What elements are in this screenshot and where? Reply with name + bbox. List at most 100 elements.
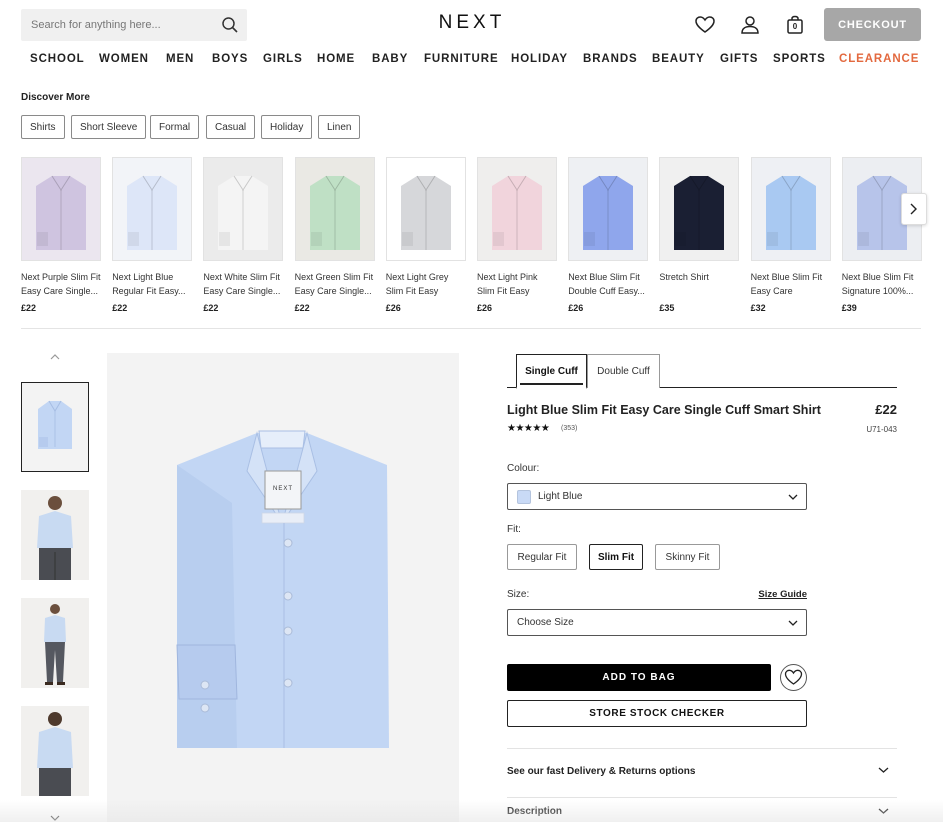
carousel-item-name[interactable]: Next Green Slim Fit Easy Care Single... bbox=[295, 270, 375, 298]
nav-item-holiday[interactable]: HOLIDAY bbox=[511, 53, 568, 65]
thumbnail-2[interactable] bbox=[21, 490, 89, 580]
thumbnail-3[interactable] bbox=[21, 598, 89, 688]
fit-slim-button[interactable]: Slim Fit bbox=[589, 544, 643, 570]
account-icon[interactable] bbox=[739, 14, 761, 36]
chip-shirts[interactable]: Shirts bbox=[21, 115, 65, 139]
carousel-item-name[interactable]: Next Purple Slim Fit Easy Care Single... bbox=[21, 270, 101, 298]
store-stock-checker-button[interactable]: STORE STOCK CHECKER bbox=[507, 700, 807, 727]
accordion-description[interactable]: Description bbox=[507, 797, 897, 822]
search-icon[interactable] bbox=[221, 16, 239, 34]
shirt-thumbnail bbox=[492, 175, 542, 250]
carousel-item-image[interactable] bbox=[385, 157, 466, 261]
nav-item-gifts[interactable]: GIFTS bbox=[720, 53, 758, 65]
carousel-item-image[interactable] bbox=[568, 157, 649, 261]
carousel-item[interactable]: Next Blue Slim Fit Double Cuff Easy... £2… bbox=[568, 157, 649, 313]
rating-stars[interactable]: ★★★★★ bbox=[507, 423, 550, 434]
thumbnail-1[interactable] bbox=[21, 382, 89, 472]
carousel-item[interactable]: Next Green Slim Fit Easy Care Single... £… bbox=[294, 157, 375, 313]
size-guide-link[interactable]: Size Guide bbox=[740, 589, 807, 600]
nav-item-girls[interactable]: GIRLS bbox=[263, 53, 303, 65]
carousel-item-image[interactable] bbox=[203, 157, 284, 261]
product-title: Light Blue Slim Fit Easy Care Single Cuf… bbox=[507, 403, 821, 417]
chevron-down-icon[interactable] bbox=[48, 813, 62, 822]
colour-select[interactable]: Light Blue bbox=[507, 483, 807, 510]
shirt-thumbnail bbox=[400, 175, 451, 250]
chip-short-sleeve[interactable]: Short Sleeve bbox=[71, 115, 147, 139]
shirt-image: NEXT bbox=[176, 430, 389, 748]
favourite-button[interactable] bbox=[780, 664, 807, 691]
carousel-item-price: £26 bbox=[477, 303, 493, 313]
shirt-thumbnail bbox=[36, 175, 86, 250]
nav-item-brands[interactable]: BRANDS bbox=[583, 53, 638, 65]
chip-holiday[interactable]: Holiday bbox=[261, 115, 313, 139]
nav-item-clearance[interactable]: CLEARANCE bbox=[839, 53, 919, 65]
nav-item-sports[interactable]: SPORTS bbox=[773, 53, 826, 65]
tab-single-cuff[interactable]: Single Cuff bbox=[516, 354, 587, 389]
review-count[interactable]: (353) bbox=[561, 425, 577, 432]
shirt-label-text: NEXT bbox=[273, 486, 293, 492]
carousel-item[interactable]: Next Light Pink Slim Fit Easy Care... £26 bbox=[477, 157, 557, 313]
add-to-bag-button[interactable]: ADD TO BAG bbox=[507, 664, 771, 691]
carousel-item-name[interactable]: Next Light Pink Slim Fit Easy Care... bbox=[477, 270, 557, 298]
carousel-item-image[interactable] bbox=[477, 157, 557, 261]
carousel-item-price: £26 bbox=[385, 303, 401, 313]
nav-item-women[interactable]: WOMEN bbox=[99, 53, 149, 65]
carousel-item-image[interactable] bbox=[750, 157, 831, 261]
thumbnail-model-back bbox=[21, 706, 89, 796]
tab-double-cuff[interactable]: Double Cuff bbox=[587, 354, 660, 388]
heart-icon[interactable] bbox=[694, 14, 716, 36]
search-input[interactable] bbox=[21, 9, 211, 41]
carousel-item-image[interactable] bbox=[659, 157, 740, 261]
carousel-item[interactable]: Stretch Shirt £35 bbox=[659, 157, 740, 313]
main-product-image[interactable]: NEXT bbox=[107, 353, 459, 822]
nav-item-boys[interactable]: BOYS bbox=[212, 53, 248, 65]
chip-formal[interactable]: Formal bbox=[150, 115, 200, 139]
chip-linen[interactable]: Linen bbox=[318, 115, 361, 139]
carousel-item[interactable]: Next Light Blue Regular Fit Easy... £22 bbox=[112, 157, 193, 313]
carousel-item-name[interactable]: Next Light Blue Regular Fit Easy... bbox=[112, 270, 192, 298]
thumbnail-4[interactable] bbox=[21, 706, 89, 796]
carousel-item-price: £22 bbox=[112, 303, 128, 313]
heart-icon bbox=[784, 669, 803, 685]
chip-casual[interactable]: Casual bbox=[206, 115, 256, 139]
size-select[interactable]: Choose Size bbox=[507, 609, 807, 636]
nav-item-men[interactable]: MEN bbox=[166, 53, 194, 65]
search-bar[interactable] bbox=[21, 9, 247, 41]
product-sku: U71-043 bbox=[866, 425, 897, 434]
bag-button[interactable]: 0 bbox=[784, 14, 806, 36]
nav-item-beauty[interactable]: BEAUTY bbox=[652, 53, 705, 65]
carousel-next-button[interactable] bbox=[901, 193, 927, 225]
carousel-item[interactable]: Next Blue Slim Fit Signature 100%... £39 bbox=[841, 157, 922, 313]
carousel-item-image[interactable] bbox=[112, 157, 193, 261]
carousel-item-image[interactable] bbox=[21, 157, 101, 261]
carousel-item[interactable]: Next Purple Slim Fit Easy Care Single...… bbox=[21, 157, 101, 313]
carousel-item-name[interactable]: Next Blue Slim Fit Double Cuff Easy... bbox=[568, 270, 648, 298]
nav-item-home[interactable]: HOME bbox=[317, 53, 355, 65]
cuff-tabs: Single Cuff Double Cuff bbox=[507, 354, 897, 389]
fit-label: Fit: bbox=[507, 524, 521, 535]
carousel-item-name[interactable]: Stretch Shirt bbox=[659, 270, 739, 298]
carousel-item-price: £26 bbox=[568, 303, 584, 313]
carousel-item[interactable]: Next Light Grey Slim Fit Easy Care... £26 bbox=[385, 157, 466, 313]
carousel-item-price: £22 bbox=[294, 303, 310, 313]
carousel-item-image[interactable] bbox=[294, 157, 375, 261]
carousel-item-price: £22 bbox=[21, 303, 37, 313]
nav-item-baby[interactable]: BABY bbox=[372, 53, 408, 65]
checkout-button[interactable]: CHECKOUT bbox=[824, 8, 921, 41]
accordion-delivery[interactable]: See our fast Delivery & Returns options bbox=[507, 748, 897, 796]
fit-skinny-button[interactable]: Skinny Fit bbox=[655, 544, 720, 570]
section-divider bbox=[21, 328, 921, 329]
carousel-item-name[interactable]: Next White Slim Fit Easy Care Single... bbox=[203, 270, 283, 298]
carousel-item-name[interactable]: Next Blue Slim Fit Easy Care Texture... bbox=[751, 270, 831, 298]
nav-item-furniture[interactable]: FURNITURE bbox=[424, 53, 499, 65]
brand-logo[interactable]: NEXT bbox=[420, 12, 524, 34]
carousel-item-name[interactable]: Next Light Grey Slim Fit Easy Care... bbox=[386, 270, 466, 298]
carousel-item[interactable]: Next Blue Slim Fit Easy Care Texture... £… bbox=[750, 157, 831, 313]
fit-regular-button[interactable]: Regular Fit bbox=[507, 544, 577, 570]
nav-item-school[interactable]: SCHOOL bbox=[30, 53, 85, 65]
carousel-item[interactable]: Next White Slim Fit Easy Care Single... £… bbox=[203, 157, 284, 313]
chevron-up-icon[interactable] bbox=[48, 352, 62, 362]
size-value: Choose Size bbox=[517, 617, 574, 628]
bag-count: 0 bbox=[792, 22, 798, 31]
carousel-item-name[interactable]: Next Blue Slim Fit Signature 100%... bbox=[842, 270, 922, 298]
